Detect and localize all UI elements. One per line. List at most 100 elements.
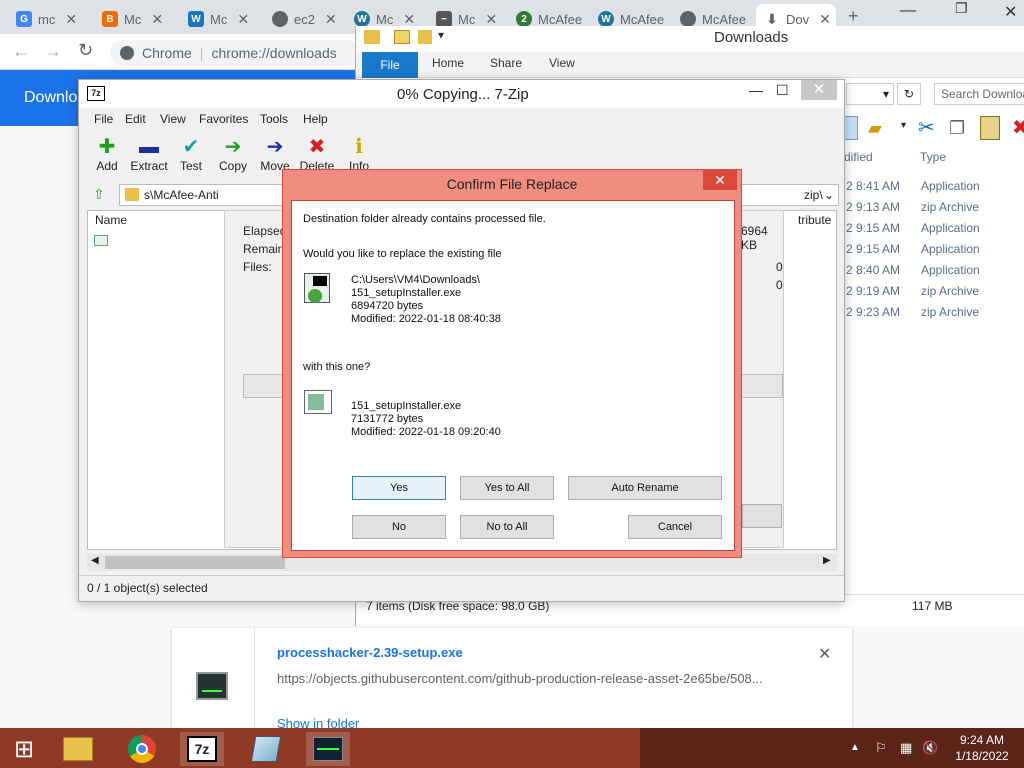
copy-button[interactable]: ➔ Copy bbox=[213, 135, 253, 173]
taskbar-explorer[interactable] bbox=[56, 732, 100, 766]
ribbon-tab-share[interactable]: Share bbox=[490, 56, 522, 70]
close-icon[interactable]: ✕ bbox=[65, 11, 77, 28]
download-filename-link[interactable]: processhacker-2.39-setup.exe bbox=[277, 645, 463, 660]
blogger-icon: B bbox=[102, 11, 118, 27]
search-input[interactable]: Search Downloa bbox=[934, 83, 1024, 105]
close-icon[interactable]: ✕ bbox=[403, 11, 415, 28]
no-to-all-button[interactable]: No to All bbox=[460, 515, 554, 539]
move-button[interactable]: ➔ Move bbox=[255, 135, 295, 173]
info-button[interactable]: ℹ Info bbox=[339, 135, 379, 173]
close-window-button[interactable]: ✕ bbox=[1004, 2, 1017, 22]
chrome-tab-1[interactable]: Gmc ✕ bbox=[8, 4, 92, 34]
new-folder-icon[interactable] bbox=[418, 30, 432, 44]
back-icon[interactable]: ← bbox=[12, 41, 30, 62]
refresh-icon[interactable]: ↻ bbox=[897, 83, 921, 105]
address-dropdown[interactable]: ▾ bbox=[846, 83, 894, 105]
taskbar-processhacker[interactable] bbox=[306, 732, 350, 766]
volume-mute-icon[interactable]: 🔇 bbox=[922, 740, 938, 756]
tab-label: Dov bbox=[786, 11, 810, 27]
maximize-button[interactable]: ❐ bbox=[955, 0, 968, 17]
close-icon[interactable]: ✕ bbox=[237, 11, 249, 28]
menu-edit[interactable]: Edit bbox=[125, 112, 146, 126]
remove-download-icon[interactable]: ✕ bbox=[818, 644, 831, 664]
chevron-down-icon[interactable]: ▾ bbox=[901, 120, 906, 131]
test-button[interactable]: ✔ Test bbox=[171, 135, 211, 173]
extract-button[interactable]: ▬ Extract bbox=[129, 135, 169, 173]
new-tab-button[interactable]: + bbox=[848, 6, 859, 27]
processhacker-icon bbox=[313, 737, 343, 761]
file-icon[interactable] bbox=[94, 235, 108, 246]
ribbon-tab-view[interactable]: View bbox=[549, 56, 575, 70]
yes-to-all-button[interactable]: Yes to All bbox=[460, 476, 554, 500]
ribbon-tab-home[interactable]: Home bbox=[432, 56, 464, 70]
explorer-ribbon: Home Share View bbox=[356, 52, 1024, 78]
info-icon: ℹ bbox=[355, 136, 363, 158]
forward-icon[interactable]: → bbox=[44, 41, 62, 62]
explorer-title: Downloads bbox=[714, 29, 789, 46]
chevron-down-icon[interactable]: ▾ bbox=[438, 28, 444, 42]
auto-rename-button[interactable]: Auto Rename bbox=[568, 476, 722, 500]
view-pane-icon[interactable] bbox=[844, 116, 858, 140]
extract-icon: ▬ bbox=[139, 136, 159, 158]
close-icon[interactable]: ✕ bbox=[325, 11, 337, 28]
copy-icon[interactable]: ❐ bbox=[949, 118, 965, 139]
scroll-thumb[interactable] bbox=[105, 556, 285, 569]
menu-file[interactable]: File bbox=[94, 112, 113, 126]
chrome-tab-2[interactable]: B Mc ✕ bbox=[94, 4, 178, 34]
dialog-close-button[interactable]: ✕ bbox=[703, 170, 737, 190]
paste-icon[interactable] bbox=[980, 116, 1000, 140]
minimize-button[interactable]: — bbox=[749, 82, 763, 98]
new-file-size: 7131772 bytes bbox=[351, 413, 424, 425]
progress-button[interactable] bbox=[742, 504, 782, 528]
menu-tools[interactable]: Tools bbox=[260, 112, 288, 126]
scroll-right-icon[interactable]: ▶ bbox=[823, 555, 831, 566]
column-header-name[interactable]: Name bbox=[95, 213, 127, 227]
chrome-site-icon bbox=[120, 46, 134, 60]
no-button[interactable]: No bbox=[352, 515, 446, 539]
files-value: 0 bbox=[776, 278, 783, 292]
file-row-type: Application bbox=[921, 242, 980, 256]
taskbar-7zip[interactable]: 7z bbox=[180, 732, 224, 766]
taskbar-notepad[interactable] bbox=[244, 732, 288, 766]
folder-options-icon[interactable]: ▰ bbox=[868, 118, 882, 139]
file-explorer-icon bbox=[63, 737, 93, 761]
confirm-replace-dialog: Confirm File Replace ✕ Destination folde… bbox=[282, 169, 742, 558]
delete-button[interactable]: ✖ Delete bbox=[297, 135, 337, 173]
menu-favorites[interactable]: Favorites bbox=[199, 112, 248, 126]
cut-icon[interactable]: ✂ bbox=[918, 115, 935, 140]
up-folder-icon[interactable]: ⇧ bbox=[93, 186, 105, 203]
close-icon[interactable]: ✕ bbox=[485, 11, 497, 28]
column-header-type[interactable]: Type bbox=[920, 150, 946, 164]
close-icon[interactable]: ✕ bbox=[819, 11, 831, 28]
close-window-button[interactable]: ✕ bbox=[801, 80, 837, 100]
column-header-attributes[interactable]: tribute bbox=[798, 213, 831, 227]
chrome-tab-4[interactable]: ec2 ✕ bbox=[264, 4, 348, 34]
close-icon[interactable]: ✕ bbox=[151, 11, 163, 28]
dialog-question: Would you like to replace the existing f… bbox=[303, 248, 502, 260]
address-bar[interactable]: Chrome | chrome://downloads bbox=[110, 40, 360, 66]
ribbon-tab-file[interactable]: File bbox=[362, 52, 418, 78]
chevron-down-icon[interactable]: ⌄ bbox=[824, 185, 834, 205]
delete-icon[interactable]: ✖ bbox=[1012, 115, 1024, 140]
menu-view[interactable]: View bbox=[160, 112, 186, 126]
start-button[interactable]: ⊞ bbox=[2, 732, 46, 766]
chevron-up-icon[interactable]: ▲ bbox=[850, 742, 860, 753]
scroll-left-icon[interactable]: ◀ bbox=[91, 555, 99, 566]
reload-icon[interactable]: ↻ bbox=[78, 40, 93, 61]
tab-label: McAfee bbox=[702, 11, 747, 27]
column-header-modified[interactable]: dified bbox=[844, 150, 873, 164]
minimize-button[interactable]: — bbox=[900, 2, 916, 20]
taskbar-chrome[interactable] bbox=[120, 732, 164, 766]
action-center-icon[interactable]: ⚐ bbox=[875, 740, 887, 756]
system-clock[interactable]: 9:24 AM 1/18/2022 bbox=[950, 732, 1014, 764]
yes-button[interactable]: Yes bbox=[352, 476, 446, 500]
menu-help[interactable]: Help bbox=[303, 112, 328, 126]
network-icon[interactable]: ▦ bbox=[900, 740, 912, 756]
maximize-button[interactable]: ☐ bbox=[776, 82, 789, 99]
chrome-tab-3[interactable]: W Mc ✕ bbox=[180, 4, 264, 34]
7zip-titlebar: 7z 0% Copying... 7-Zip — ☐ ✕ bbox=[79, 80, 844, 108]
existing-file-size: 6894720 bytes bbox=[351, 300, 424, 312]
add-button[interactable]: ✚ Add bbox=[87, 135, 127, 173]
cancel-button[interactable]: Cancel bbox=[628, 515, 722, 539]
properties-icon[interactable] bbox=[394, 30, 410, 44]
